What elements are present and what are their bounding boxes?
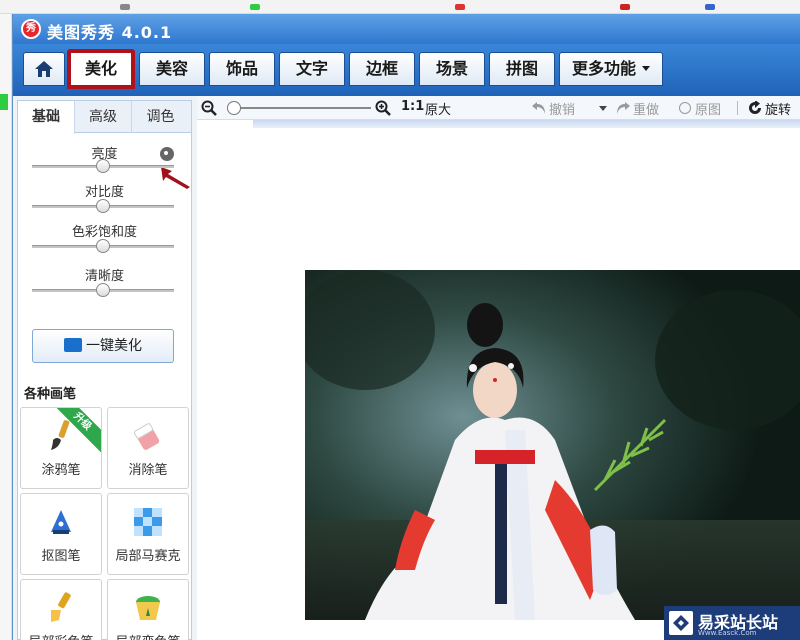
- zoom-knob[interactable]: [227, 101, 241, 115]
- background-icon: [250, 4, 260, 10]
- watermark-logo: [669, 611, 693, 635]
- sharpness-label: 清晰度: [84, 269, 124, 284]
- photo-image: [305, 270, 800, 620]
- chevron-down-icon: [642, 66, 650, 71]
- original-icon: [679, 102, 691, 114]
- background-window-strip: [0, 0, 800, 14]
- magic-icon: [64, 338, 82, 352]
- eraser-brush-button[interactable]: 消除笔: [107, 407, 189, 489]
- sharpness-knob[interactable]: [96, 283, 110, 297]
- tab-beauty[interactable]: 美容: [139, 52, 205, 86]
- tab-scene[interactable]: 场景: [419, 52, 485, 86]
- subtab-bar: 基础 高级 调色: [18, 101, 191, 134]
- tab-frame[interactable]: 边框: [349, 52, 415, 86]
- background-icon: [120, 4, 130, 10]
- app-logo: 秀: [21, 19, 41, 39]
- cutout-brush-button[interactable]: 抠图笔: [20, 493, 102, 575]
- watermark-logo-icon: [673, 615, 689, 631]
- zoom-out-icon[interactable]: [201, 100, 217, 116]
- paint-bucket-icon: [136, 596, 160, 620]
- original-image-button[interactable]: 原图: [695, 99, 721, 118]
- local-color-brush-button[interactable]: 局部彩色笔: [20, 579, 102, 640]
- app-title: 美图秀秀 4.0.1: [47, 23, 173, 42]
- original-size-button[interactable]: 原大: [425, 99, 451, 118]
- tab-more-features[interactable]: 更多功能: [559, 52, 663, 86]
- undo-button[interactable]: 撤销: [549, 99, 575, 118]
- undo-dropdown-icon[interactable]: [599, 106, 607, 111]
- zoom-slider[interactable]: [231, 107, 371, 109]
- ratio-1-1-button[interactable]: 1:1: [401, 99, 424, 114]
- watermark-subtext: Www.Easck.Com: [698, 629, 757, 637]
- brightness-knob[interactable]: [96, 159, 110, 173]
- tab-text[interactable]: 文字: [279, 52, 345, 86]
- tab-beautify[interactable]: 美化: [67, 49, 135, 89]
- home-tab[interactable]: [23, 52, 65, 86]
- canvas-ruler: [253, 120, 800, 128]
- color-brush-icon: [51, 592, 71, 622]
- app-window: 秀 美图秀秀 4.0.1 美化 美容 饰品 文字 边框 场景 拼图 更多功能 基…: [12, 14, 800, 640]
- subtab-advanced[interactable]: 高级: [75, 101, 132, 133]
- doodle-brush-label: 涂鸦笔: [41, 463, 81, 478]
- home-icon: [35, 61, 53, 77]
- one-key-beautify-label: 一键美化: [86, 338, 142, 354]
- cutout-brush-label: 抠图笔: [41, 549, 81, 564]
- eraser-brush-label: 消除笔: [128, 463, 168, 478]
- site-watermark: 易采站长站 Www.Easck.Com: [664, 606, 800, 640]
- doodle-brush-button[interactable]: 升级 涂鸦笔: [20, 407, 102, 489]
- background-icon: [455, 4, 465, 10]
- background-icon: [705, 4, 715, 10]
- menu-bar: 美化 美容 饰品 文字 边框 场景 拼图 更多功能: [13, 44, 800, 96]
- mosaic-brush-label: 局部马赛克: [115, 549, 181, 564]
- contrast-knob[interactable]: [96, 199, 110, 213]
- contrast-label: 对比度: [84, 185, 124, 200]
- title-bar: 秀 美图秀秀 4.0.1: [13, 14, 800, 44]
- background-window-edge: [0, 14, 12, 640]
- subtab-basic[interactable]: 基础: [18, 101, 75, 134]
- zoom-in-icon[interactable]: [375, 100, 391, 116]
- rotate-icon: [749, 101, 761, 114]
- background-mark: [0, 94, 8, 110]
- redo-button[interactable]: 重做: [633, 99, 659, 118]
- mosaic-icon: [134, 508, 162, 536]
- saturation-label: 色彩饱和度: [71, 225, 137, 240]
- tab-collage[interactable]: 拼图: [489, 52, 555, 86]
- rotate-button[interactable]: 旋转: [765, 99, 791, 118]
- edited-photo[interactable]: [305, 270, 800, 620]
- subtab-color[interactable]: 调色: [132, 101, 189, 133]
- eraser-icon: [133, 423, 160, 450]
- brush-section-title: 各种画笔: [24, 387, 77, 402]
- toolbar-divider: [737, 101, 738, 115]
- pen-nib-icon: [51, 510, 71, 534]
- mosaic-brush-button[interactable]: 局部马赛克: [107, 493, 189, 575]
- adjust-panel: 基础 高级 调色 亮度 对比度 色彩饱和度 清晰度 一键美化 各种画笔 升级 涂…: [17, 100, 192, 640]
- local-color-brush-label: 局部彩色笔: [21, 631, 101, 640]
- view-toolbar: 1:1 原大 撤销 重做 原图 旋转: [197, 96, 800, 120]
- saturation-knob[interactable]: [96, 239, 110, 253]
- local-recolor-brush-label: 局部变色笔: [108, 631, 188, 640]
- local-recolor-brush-button[interactable]: 局部变色笔: [107, 579, 189, 640]
- undo-icon: [532, 102, 545, 114]
- tab-more-features-label: 更多功能: [571, 59, 636, 78]
- redo-icon: [617, 102, 630, 114]
- tab-decoration[interactable]: 饰品: [209, 52, 275, 86]
- one-key-beautify-button[interactable]: 一键美化: [32, 329, 174, 363]
- background-icon: [620, 4, 630, 10]
- adjust-sliders: 亮度 对比度 色彩饱和度 清晰度 一键美化: [18, 133, 191, 373]
- image-canvas: [197, 120, 800, 640]
